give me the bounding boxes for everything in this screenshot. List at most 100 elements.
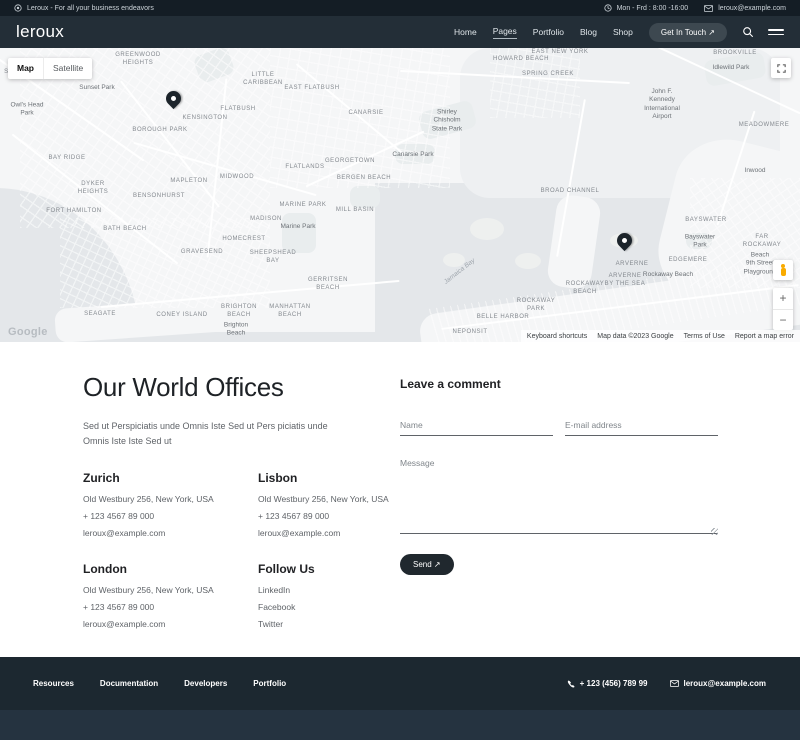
map-label: BROOKVILLE — [713, 50, 757, 58]
main-navigation: leroux Home Pages Portfolio Blog Shop Ge… — [0, 16, 800, 48]
nav-item-portfolio[interactable]: Portfolio — [533, 27, 564, 37]
footer-phone[interactable]: + 123 (456) 789 99 — [567, 679, 648, 688]
follow-us-block: Follow Us LinkedIn Facebook Twitter — [258, 562, 400, 629]
mail-icon — [704, 5, 713, 12]
bullet-icon — [14, 4, 22, 12]
get-in-touch-button[interactable]: Get In Touch ↗ — [649, 23, 727, 42]
map-label: Rockaway Beach — [643, 271, 693, 279]
map-label: HOMECREST — [222, 236, 265, 244]
map-label: BRIGHTON BEACH — [221, 304, 257, 320]
twitter-link[interactable]: Twitter — [258, 619, 400, 629]
zoom-out-button[interactable]: − — [773, 310, 793, 331]
report-map-error-link[interactable]: Report a map error — [735, 333, 794, 340]
message-input[interactable] — [400, 454, 718, 534]
map-label: BROAD CHANNEL — [541, 188, 600, 196]
footer-link-resources[interactable]: Resources — [33, 679, 74, 688]
map-labels: GREENWOOD HEIGHTSSUNSET PARKSunset ParkO… — [0, 48, 800, 342]
map-label: KENSINGTON — [182, 115, 227, 123]
map-label: NEPONSIT — [452, 329, 487, 337]
search-icon[interactable] — [742, 26, 754, 38]
nav-item-blog[interactable]: Blog — [580, 27, 597, 37]
map-label: HOWARD BEACH — [493, 56, 549, 64]
map-label: ROCKAWAY PARK — [517, 298, 556, 314]
map-attribution: Keyboard shortcuts Map data ©2023 Google… — [521, 330, 800, 342]
map-label: SPRING CREEK — [522, 71, 574, 79]
page-title: Our World Offices — [83, 372, 400, 403]
resize-handle-icon[interactable] — [711, 528, 718, 535]
office-city: Lisbon — [258, 471, 400, 485]
terms-of-use-link[interactable]: Terms of Use — [684, 333, 725, 340]
office-email-link[interactable]: leroux@example.com — [258, 528, 400, 538]
map-label: MARINE PARK — [280, 202, 327, 210]
phone-icon — [567, 680, 575, 688]
menu-icon[interactable] — [768, 26, 784, 38]
pegman-control[interactable] — [773, 260, 793, 280]
zoom-in-button[interactable]: + — [773, 288, 793, 310]
office-phone: + 123 4567 89 000 — [83, 602, 258, 612]
keyboard-shortcuts-link[interactable]: Keyboard shortcuts — [527, 333, 587, 340]
office-email-link[interactable]: leroux@example.com — [83, 619, 258, 629]
map-label: Marine Park — [280, 223, 315, 231]
footer-email[interactable]: leroux@example.com — [670, 679, 767, 688]
section-subtitle: Sed ut Perspiciatis unde Omnis Iste Sed … — [83, 419, 333, 449]
map-marker[interactable] — [614, 230, 635, 251]
map-label: Jamaica Bay — [443, 257, 478, 287]
logo[interactable]: leroux — [16, 22, 64, 42]
google-logo[interactable]: Google — [8, 326, 48, 338]
map-label: BENSONHURST — [133, 193, 185, 201]
google-map[interactable]: GREENWOOD HEIGHTSSUNSET PARKSunset ParkO… — [0, 48, 800, 342]
footer-link-developers[interactable]: Developers — [184, 679, 227, 688]
footer-link-portfolio[interactable]: Portfolio — [253, 679, 286, 688]
nav-item-shop[interactable]: Shop — [613, 27, 633, 37]
map-label: GEORGETOWN — [325, 158, 375, 166]
map-label: Owl's Head Park — [10, 102, 43, 119]
map-label: Sunset Park — [79, 84, 114, 92]
topbar-email-link[interactable]: leroux@example.com — [718, 5, 786, 12]
follow-us-title: Follow Us — [258, 562, 400, 576]
map-label: BELLE HARBOR — [477, 314, 530, 322]
name-input[interactable] — [400, 416, 553, 436]
map-label: DYKER HEIGHTS — [78, 181, 109, 197]
map-type-control: Map Satellite — [8, 58, 92, 79]
map-label: MEADOWMERE — [739, 122, 790, 130]
office-city: London — [83, 562, 258, 576]
map-label: BAYSWATER — [685, 217, 727, 225]
linkedin-link[interactable]: LinkedIn — [258, 585, 400, 595]
map-label: Beach 9th Street Playground — [744, 251, 777, 276]
map-label: Inwood — [745, 167, 766, 175]
map-label: GREENWOOD HEIGHTS — [115, 52, 161, 68]
map-marker[interactable] — [163, 88, 184, 109]
map-label: ROCKAWAY BEACH — [566, 281, 605, 297]
map-label: LITTLE CARIBBEAN — [243, 72, 283, 88]
clock-icon — [604, 4, 612, 12]
map-label: MIDWOOD — [220, 174, 254, 182]
map-label: BERGEN BEACH — [337, 175, 391, 183]
send-button[interactable]: Send ↗ — [400, 554, 454, 575]
office-phone: + 123 4567 89 000 — [83, 511, 258, 521]
business-hours: Mon - Frd : 8:00 -16:00 — [617, 5, 689, 12]
nav-item-pages[interactable]: Pages — [493, 26, 517, 39]
map-label: CONEY ISLAND — [156, 312, 207, 320]
map-label: EAST NEW YORK — [532, 49, 589, 57]
map-label: CANARSIE — [348, 110, 383, 118]
nav-item-home[interactable]: Home — [454, 27, 477, 37]
map-label: FORT HAMILTON — [46, 208, 101, 216]
topbar: Leroux - For all your business endeavors… — [0, 0, 800, 16]
map-label: Idlewild Park — [713, 64, 750, 72]
map-label: ARVERNE BY THE SEA — [605, 273, 646, 289]
footer-link-documentation[interactable]: Documentation — [100, 679, 158, 688]
map-label: Bayswater Park — [685, 234, 715, 251]
map-type-map-button[interactable]: Map — [8, 58, 43, 79]
email-input[interactable] — [565, 416, 718, 436]
office-email-link[interactable]: leroux@example.com — [83, 528, 258, 538]
map-label: FLATLANDS — [285, 164, 324, 172]
office-address: Old Westbury 256, New York, USA — [83, 585, 258, 595]
map-label: MADISON — [250, 216, 282, 224]
offices-section: Our World Offices Sed ut Perspiciatis un… — [0, 342, 800, 657]
fullscreen-button[interactable] — [771, 58, 791, 78]
office-phone: + 123 4567 89 000 — [258, 511, 400, 521]
map-type-satellite-button[interactable]: Satellite — [43, 58, 92, 79]
facebook-link[interactable]: Facebook — [258, 602, 400, 612]
map-label: MILL BASIN — [336, 207, 374, 215]
office-address: Old Westbury 256, New York, USA — [258, 494, 400, 504]
